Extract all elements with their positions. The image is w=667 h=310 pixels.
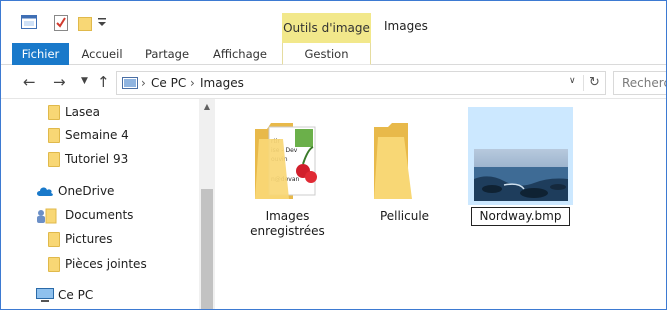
nav-scrollbar[interactable]: ▲ [199,99,215,309]
nav-item-label: Pièces jointes [65,257,147,271]
folder-item-label: Images enregistrées [250,209,325,238]
image-thumbnail [468,107,573,205]
rename-field[interactable]: Nordway.bmp [468,207,573,226]
breadcrumb-separator-icon[interactable]: › [141,76,146,90]
nav-item-label: Semaine 4 [65,128,129,142]
new-folder-icon[interactable] [78,15,92,34]
documents-icon [35,208,57,227]
qat-customize-icon[interactable] [97,16,107,31]
tab-fichier[interactable]: Fichier [12,43,69,65]
address-dropdown-chevron-icon[interactable]: ∨ [569,76,576,86]
nav-item-pictures[interactable]: Pictures [1,229,197,251]
nav-item-label: Documents [65,208,134,222]
nav-item-lasea[interactable]: Lasea [1,102,197,124]
folder-icon [352,107,457,205]
contextual-tab-image-tools: Outils d'image [282,13,371,43]
up-arrow-icon[interactable]: ↑ [97,73,110,91]
scroll-up-arrow-icon[interactable]: ▲ [199,99,215,115]
pictures-location-icon [122,77,138,92]
cloud-icon [36,186,54,200]
address-bar[interactable]: › Ce PC › Images ∨ ↻ [116,71,606,95]
folder-icon [48,128,60,143]
folder-icon [48,232,60,247]
file-item-nordway[interactable]: Nordway.bmp [468,107,573,226]
nav-item-label: Lasea [65,105,101,119]
refresh-icon[interactable]: ↻ [583,75,605,91]
explorer-window-icon[interactable] [21,15,37,32]
tab-gestion[interactable]: Gestion [282,43,371,65]
folder-icon [48,105,60,120]
explorer-window: Outils d'image Images Fichier Accueil Pa… [0,0,667,310]
nav-item-label: Pictures [65,232,113,246]
rename-input[interactable]: Nordway.bmp [470,207,571,226]
forward-arrow-icon[interactable]: → [53,73,66,91]
file-list: rtir ise - Dev ouvin n@devan Images enre… [215,99,666,309]
scroll-thumb[interactable] [201,189,213,309]
ribbon-tabs: Fichier Accueil Partage Affichage Gestio… [1,43,666,65]
back-arrow-icon[interactable]: ← [23,73,36,91]
tab-affichage[interactable]: Affichage [207,43,273,65]
folder-item-pellicule[interactable]: Pellicule [352,107,457,224]
folder-preview-icon: rtir ise - Dev ouvin n@devan [235,107,340,205]
computer-icon [36,288,54,306]
folder-icon [48,257,60,272]
nav-item-label: Ce PC [58,288,94,302]
window-title: Images [384,19,428,33]
nav-item-ce-pc[interactable]: Ce PC [1,285,197,307]
breadcrumb-ce-pc[interactable]: Ce PC [151,76,186,90]
properties-icon[interactable] [54,15,68,34]
search-input[interactable]: Recherche [613,71,666,95]
nav-item-label: OneDrive [58,184,115,198]
breadcrumb-images[interactable]: Images [200,76,244,90]
folder-item-label: Pellicule [379,209,430,223]
nav-item-tutoriel-93[interactable]: Tutoriel 93 [1,149,197,171]
folder-icon [48,152,60,167]
nav-item-semaine-4[interactable]: Semaine 4 [1,125,197,147]
nav-item-label: Tutoriel 93 [65,152,129,166]
tab-accueil[interactable]: Accueil [75,43,129,65]
recent-locations-chevron-icon[interactable]: ▼ [81,76,88,86]
folder-item-images-enregistrees[interactable]: rtir ise - Dev ouvin n@devan Images enre… [235,107,340,239]
navigation-bar: ← → ▼ ↑ › Ce PC › Images ∨ ↻ Recherche [1,65,666,99]
breadcrumb-separator-icon[interactable]: › [190,76,195,90]
nav-item-documents[interactable]: Documents [1,205,197,227]
tab-partage[interactable]: Partage [139,43,195,65]
nav-item-pieces-jointes[interactable]: Pièces jointes [1,254,197,276]
navigation-pane: Lasea Semaine 4 Tutoriel 93 OneDrive Doc… [1,99,215,309]
title-bar: Outils d'image Images [1,1,666,43]
nav-item-onedrive[interactable]: OneDrive [1,181,197,203]
